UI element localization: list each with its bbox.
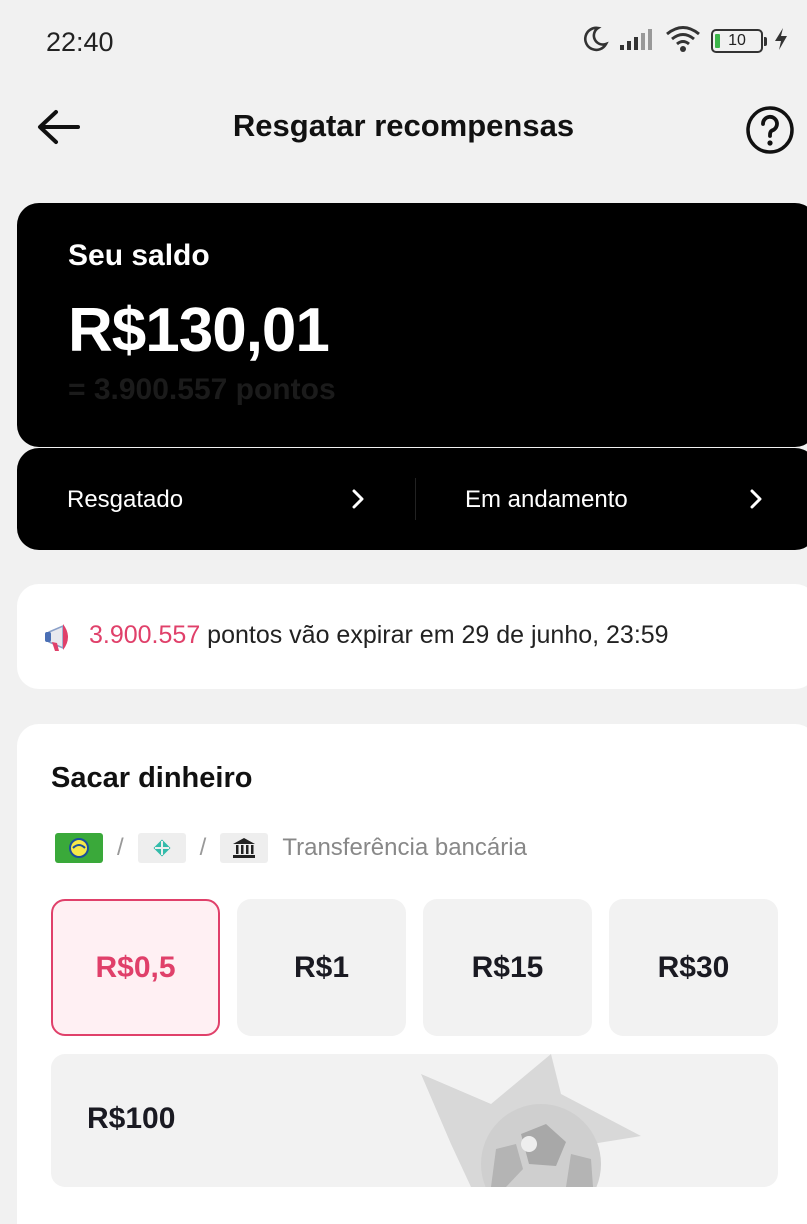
in-progress-link[interactable]: Em andamento [415, 448, 807, 550]
expiry-notice: 3.900.557 pontos vão expirar em 29 de ju… [17, 584, 807, 689]
redeemed-link[interactable]: Resgatado [17, 448, 415, 550]
balance-card: Seu saldo R$130,01 = 3.900.557 pontos [17, 203, 807, 447]
amount-option[interactable]: R$0,5 [51, 899, 220, 1036]
in-progress-label: Em andamento [465, 486, 628, 513]
amount-option-large[interactable]: R$100 [51, 1054, 778, 1187]
chevron-right-icon [351, 488, 365, 515]
wifi-icon [665, 25, 701, 58]
chevron-right-icon [749, 488, 763, 515]
top-bar: Resgatar recompensas [0, 84, 807, 170]
status-icons: 10 [581, 24, 789, 58]
charging-icon [773, 27, 789, 56]
question-circle-icon [744, 106, 796, 160]
redeemed-label: Resgatado [67, 486, 184, 513]
amount-option[interactable]: R$30 [609, 899, 778, 1036]
expiry-points: 3.900.557 [89, 621, 201, 649]
payment-methods: / / Transferência bancária [55, 833, 527, 863]
amount-option[interactable]: R$15 [423, 899, 592, 1036]
separator: / [117, 834, 124, 861]
soccer-ball-icon [411, 1054, 711, 1187]
battery-level: 10 [728, 32, 746, 49]
history-links: Resgatado Em andamento [17, 448, 807, 550]
status-time: 22:40 [46, 27, 114, 57]
balance-label: Seu saldo [68, 239, 210, 272]
status-bar: 22:40 10 [0, 0, 807, 84]
help-button[interactable] [744, 104, 796, 156]
section-title: Sacar dinheiro [51, 762, 253, 794]
separator: / [199, 834, 207, 861]
moon-icon [581, 25, 609, 58]
battery-icon: 10 [711, 29, 767, 53]
amount-label: R$100 [87, 1102, 176, 1135]
cash-out-section: Sacar dinheiro / / Transferência bancári… [17, 724, 807, 1224]
paypal-icon [55, 833, 103, 863]
balance-amount: R$130,01 [68, 296, 330, 365]
pix-icon [137, 833, 186, 863]
megaphone-icon [43, 620, 81, 659]
expiry-message: 3.900.557 pontos vão expirar em 29 de ju… [89, 621, 669, 650]
expiry-text: pontos vão expirar em 29 de junho, 23:59 [200, 621, 669, 649]
signal-icon [619, 27, 655, 56]
bank-icon [220, 833, 269, 863]
amount-option[interactable]: R$1 [237, 899, 406, 1036]
page-title: Resgatar recompensas [232, 108, 575, 143]
balance-points: = 3.900.557 pontos [68, 373, 336, 406]
bank-transfer-label: Transferência bancária [282, 834, 527, 861]
